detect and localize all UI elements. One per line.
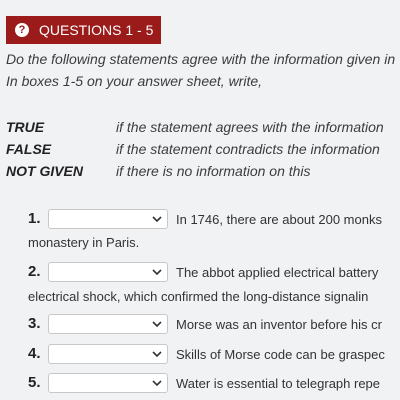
key-label-false: FALSE bbox=[6, 141, 52, 157]
instruction-line-1: Do the following statements agree with t… bbox=[6, 51, 396, 67]
chevron-down-icon bbox=[152, 269, 162, 276]
key-desc-not-given: if there is no information on this bbox=[116, 163, 311, 179]
questions-header-label: QUESTIONS 1 - 5 bbox=[39, 22, 154, 38]
chevron-down-icon bbox=[152, 351, 162, 358]
key-desc-true: if the statement agrees with the informa… bbox=[116, 119, 384, 135]
question-text: In 1746, there are about 200 monks bbox=[176, 212, 382, 227]
question-number: 4. bbox=[28, 345, 41, 362]
question-number: 2. bbox=[28, 263, 41, 280]
questions-header-badge: ? QUESTIONS 1 - 5 bbox=[6, 16, 161, 44]
key-label-true: TRUE bbox=[6, 119, 45, 135]
chevron-down-icon bbox=[152, 321, 162, 328]
answer-select-1[interactable] bbox=[48, 209, 168, 229]
question-number: 1. bbox=[28, 210, 41, 227]
question-number: 5. bbox=[28, 374, 41, 391]
key-row-false: FALSE if the statement contradicts the i… bbox=[6, 139, 380, 159]
question-text: Water is essential to telegraph repe bbox=[176, 376, 381, 391]
key-desc-false: if the statement contradicts the informa… bbox=[116, 141, 380, 157]
key-row-not-given: NOT GIVEN if there is no information on … bbox=[6, 161, 311, 181]
answer-select-2[interactable] bbox=[48, 262, 168, 282]
answer-select-5[interactable] bbox=[48, 373, 168, 393]
question-number: 3. bbox=[28, 315, 41, 332]
question-circle-icon: ? bbox=[15, 23, 29, 37]
chevron-down-icon bbox=[152, 380, 162, 387]
question-text: Skills of Morse code can be graspec bbox=[176, 347, 385, 362]
question-text-continuation: monastery in Paris. bbox=[28, 235, 140, 250]
key-row-true: TRUE if the statement agrees with the in… bbox=[6, 117, 384, 137]
chevron-down-icon bbox=[152, 216, 162, 223]
reading-question-panel: ? QUESTIONS 1 - 5 Do the following state… bbox=[0, 0, 400, 400]
answer-select-4[interactable] bbox=[48, 344, 168, 364]
question-text: The abbot applied electrical battery bbox=[176, 265, 379, 280]
instruction-line-2: In boxes 1-5 on your answer sheet, write… bbox=[6, 73, 263, 89]
question-text-continuation: electrical shock, which confirmed the lo… bbox=[28, 289, 369, 304]
key-label-not-given: NOT GIVEN bbox=[6, 163, 84, 179]
question-text: Morse was an inventor before his cr bbox=[176, 317, 382, 332]
answer-select-3[interactable] bbox=[48, 314, 168, 334]
